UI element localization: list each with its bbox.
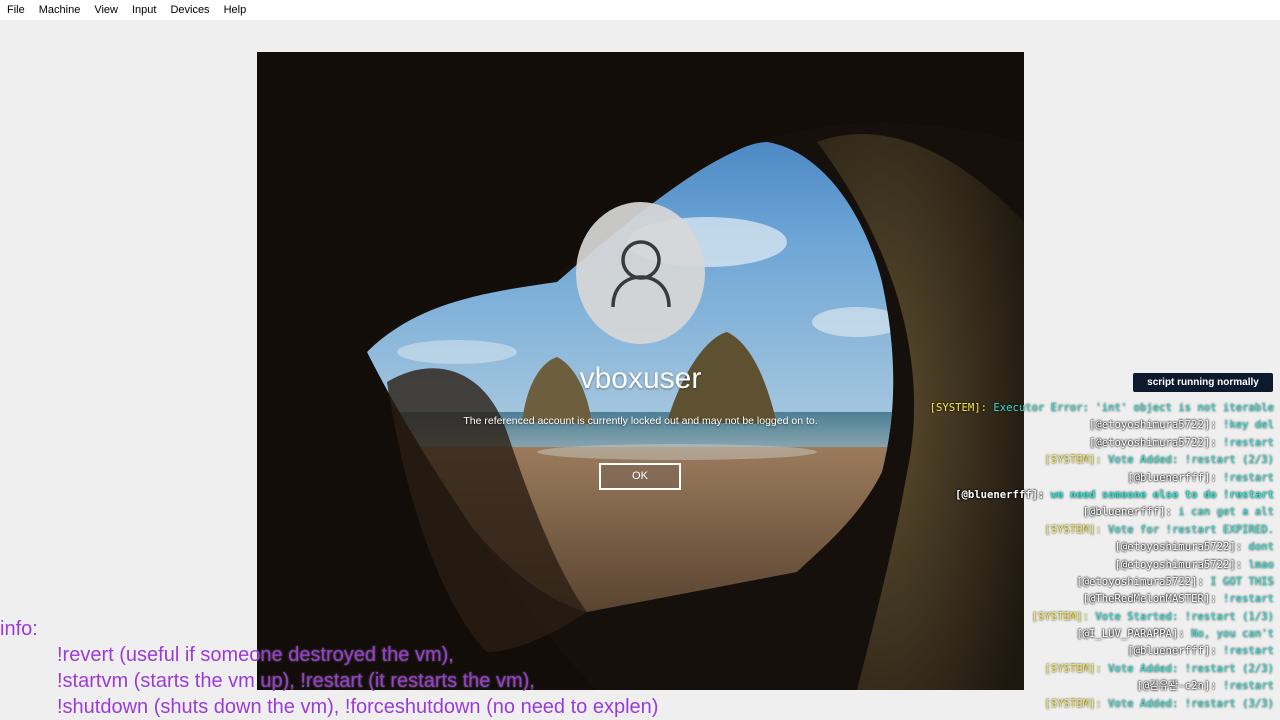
chat-line: [@etoyoshimura5722]: I GOT THIS xyxy=(914,574,1274,591)
chat-message: Vote for !restart EXPIRED. xyxy=(1108,523,1274,536)
chat-line: [SYSTEM]: Vote Added: !restart (2/3) xyxy=(914,661,1274,678)
chat-line: [@I_LUV_PARAPPA]: No, you can't xyxy=(914,626,1274,643)
chat-line: [@etoyoshimura5722]: dont xyxy=(914,539,1274,556)
chat-username: [@etoyoshimura5722]: xyxy=(1076,575,1204,588)
chat-line: [SYSTEM]: Vote Added: !restart (2/3) xyxy=(914,452,1274,469)
username-label: vboxuser xyxy=(579,362,702,395)
chat-message: Vote Added: !restart (2/3) xyxy=(1108,662,1274,675)
menu-view[interactable]: View xyxy=(87,0,125,20)
menu-input[interactable]: Input xyxy=(125,0,163,20)
chat-username: [@TheRedMelonMASTER]: xyxy=(1082,593,1217,606)
user-icon xyxy=(610,240,671,308)
chat-line: [SYSTEM]: Executor Error: 'int' object i… xyxy=(914,400,1274,417)
chat-message: we need someone else to do !restart xyxy=(1050,488,1274,501)
chat-username: [SYSTEM]: xyxy=(1044,523,1102,536)
menu-bar: File Machine View Input Devices Help xyxy=(0,0,1280,20)
chat-username: [@I_LUV_PARAPPA]: xyxy=(1076,628,1185,641)
chat-line: [@etoyoshimura5722]: !restart xyxy=(914,435,1274,452)
menu-machine[interactable]: Machine xyxy=(32,0,88,20)
info-title: info: xyxy=(0,618,38,640)
chat-message: !restart xyxy=(1222,436,1274,449)
chat-username: [@bluenerfff]: xyxy=(955,488,1045,501)
chat-message: I GOT THIS xyxy=(1210,575,1274,588)
chat-message: dont xyxy=(1248,541,1274,554)
chat-message: !restart xyxy=(1222,645,1274,658)
chat-message: Vote Started: !restart (1/3) xyxy=(1095,610,1274,623)
chat-line: [@bluenerfff]: !restart xyxy=(914,643,1274,660)
chat-username: [@etoyoshimura5722]: xyxy=(1114,541,1243,554)
chat-username: [SYSTEM]: xyxy=(1031,610,1090,623)
chat-line: [SYSTEM]: Vote for !restart EXPIRED. xyxy=(914,522,1274,539)
chat-line: [@TheRedMelonMASTER]: !restart xyxy=(914,591,1274,608)
menu-file[interactable]: File xyxy=(0,0,32,20)
chat-username: [@김유관-c2n]: xyxy=(1136,680,1217,693)
chat-message: !restart xyxy=(1222,680,1274,693)
chat-username: [SYSTEM]: xyxy=(1044,454,1102,467)
chat-message: Vote Added: !restart (2/3) xyxy=(1108,454,1274,467)
info-overlay: info: !revert (useful if someone destroy… xyxy=(0,616,658,720)
user-avatar xyxy=(576,202,705,344)
status-badge: script running normally xyxy=(1133,373,1273,392)
chat-username: [SYSTEM]: xyxy=(1044,662,1102,675)
chat-line: [@etoyoshimura5722]: lmao xyxy=(914,557,1274,574)
chat-username: [SYSTEM]: xyxy=(1044,697,1102,710)
chat-message: No, you can't xyxy=(1191,628,1274,641)
chat-message: Executor Error: 'int' object is not iter… xyxy=(993,402,1274,414)
menu-devices[interactable]: Devices xyxy=(163,0,216,20)
vm-display[interactable]: vboxuser The referenced account is curre… xyxy=(257,52,1024,690)
chat-line: [@bluenerfff]: we need someone else to d… xyxy=(914,487,1274,504)
info-line: !startvm (starts the vm up), !restart (i… xyxy=(57,670,535,692)
chat-username: [@etoyoshimura5722]: xyxy=(1114,558,1243,571)
info-line: !shutdown (shuts down the vm), !forceshu… xyxy=(57,696,659,718)
chat-line: [SYSTEM]: Vote Started: !restart (1/3) xyxy=(914,609,1274,626)
chat-log: [SYSTEM]: Executor Error: 'int' object i… xyxy=(914,400,1274,713)
chat-message: i can get a alt xyxy=(1178,506,1274,519)
chat-line: [@bluenerfff]: !restart xyxy=(914,470,1274,487)
chat-username: [@bluenerfff]: xyxy=(1082,506,1172,519)
chat-message: Vote Added: !restart (3/3) xyxy=(1108,697,1274,710)
info-line: !revert (useful if someone destroyed the… xyxy=(57,644,454,666)
chat-username: [@bluenerfff]: xyxy=(1127,471,1217,484)
chat-username: [@etoyoshimura5722]: xyxy=(1089,419,1217,432)
chat-line: [@etoyoshimura5722]: !key del xyxy=(914,417,1274,434)
login-error-message: The referenced account is currently lock… xyxy=(463,415,818,427)
chat-message: !restart xyxy=(1222,593,1274,606)
chat-username: [SYSTEM]: xyxy=(929,402,987,414)
chat-line: [@김유관-c2n]: !restart xyxy=(914,678,1274,695)
chat-line: [@bluenerfff]: i can get a alt xyxy=(914,504,1274,521)
menu-help[interactable]: Help xyxy=(217,0,254,20)
chat-message: !restart xyxy=(1222,471,1274,484)
chat-message: lmao xyxy=(1248,558,1274,571)
chat-line: [SYSTEM]: Vote Added: !restart (3/3) xyxy=(914,696,1274,713)
chat-message: !key del xyxy=(1222,419,1274,432)
ok-button[interactable]: OK xyxy=(599,463,681,490)
chat-username: [@etoyoshimura5722]: xyxy=(1089,436,1217,449)
chat-username: [@bluenerfff]: xyxy=(1127,645,1217,658)
